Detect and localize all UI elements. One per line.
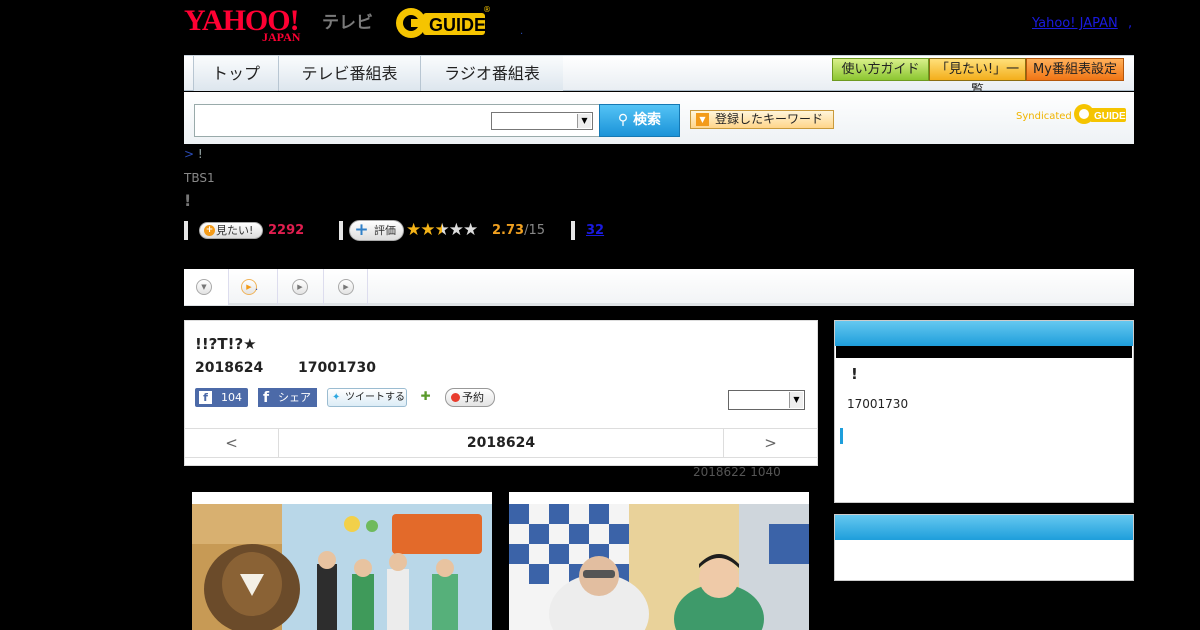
search-bar: ▼ ⚲ 検索 ▼ 登録したキーワード Syndicated GUIDE	[184, 92, 1134, 144]
sidebar-box	[834, 514, 1134, 581]
program-tabs: ▼ ▶. ▶ ▶	[184, 269, 1134, 306]
search-button-label: 検索	[633, 112, 662, 128]
updated-timestamp: 2018622 1040	[693, 465, 781, 479]
rating-max: /15	[524, 223, 545, 238]
sidebar-box-time: 17001730	[847, 397, 909, 411]
sidebar-box-header	[835, 515, 1133, 540]
svg-text:GUIDE: GUIDE	[1094, 111, 1126, 122]
gguide-logo-mark: GUIDE	[396, 8, 486, 38]
logo-tv-text[interactable]: テレビ	[322, 8, 373, 33]
facebook-icon: f	[199, 391, 212, 404]
yahoo-link-dot: ,	[1128, 16, 1133, 31]
saved-keywords-label: 登録したキーワード	[715, 112, 824, 126]
play-icon: ▶	[292, 279, 308, 295]
tweet-button[interactable]: ✦ ツイートする	[327, 388, 407, 407]
facebook-like-count: 104	[221, 391, 242, 404]
thumbnail-image	[192, 504, 492, 630]
yahoo-japan-link[interactable]: Yahoo! JAPAN	[1032, 16, 1118, 31]
yahoo-japan-logo[interactable]: YAHOO! JAPAN	[184, 6, 320, 45]
date-pager: < 2018624 >	[185, 428, 817, 458]
usage-guide-button[interactable]: 使い方ガイド	[832, 58, 929, 81]
divider-bar	[339, 221, 343, 240]
pager-prev-button[interactable]: <	[185, 429, 279, 457]
sidebar-box-header	[835, 321, 1133, 346]
plus-icon: +	[354, 220, 369, 240]
star-icon: ★	[463, 220, 478, 240]
mitai-count: 2292	[268, 223, 305, 238]
channel-name: TBS1	[184, 171, 215, 185]
breadcrumb: > !	[184, 147, 203, 161]
rate-button[interactable]: + 評価	[349, 220, 404, 241]
syndicated-gguide-logo: GUIDE	[1072, 102, 1126, 126]
triangle-down-icon: ▼	[696, 113, 709, 126]
chevron-down-icon: ▼	[789, 392, 803, 408]
tab-4[interactable]: ▶	[324, 269, 368, 305]
logo-japan-text: JAPAN	[262, 30, 301, 44]
episode-thumbnail[interactable]	[509, 492, 809, 630]
star-icon: ★	[448, 220, 464, 240]
mitai-button[interactable]: + 見たい!	[199, 222, 263, 239]
sidebar-accent-bar	[840, 428, 843, 444]
play-icon: ▶	[338, 279, 354, 295]
rate-label: 評価	[374, 224, 396, 237]
header-dot: .	[520, 26, 524, 37]
facebook-like-button[interactable]: f 104	[195, 388, 248, 407]
star-icon: ★	[420, 220, 435, 240]
star-half-icon: ★	[434, 220, 450, 240]
facebook-icon: f	[263, 390, 270, 406]
my-schedule-settings-button[interactable]: My番組表設定	[1026, 58, 1124, 81]
chevron-down-icon: ▼	[196, 279, 212, 295]
add-calendar-icon[interactable]: ✚	[418, 389, 433, 404]
svg-text:GUIDE: GUIDE	[429, 15, 486, 35]
star-icon: ★	[406, 220, 421, 240]
nav-tab-tv-schedule[interactable]: テレビ番組表	[278, 56, 420, 91]
program-title: !	[184, 191, 192, 210]
chevron-down-icon: ▼	[577, 114, 591, 128]
tab-2-label: .	[255, 282, 259, 293]
saved-keywords-button[interactable]: ▼ 登録したキーワード	[690, 110, 834, 129]
reserve-label: 予約	[462, 391, 484, 404]
sidebar-box-title: !	[851, 365, 858, 383]
global-nav: トップ テレビ番組表 ラジオ番組表 使い方ガイド 「見たい!」一覧 My番組表設…	[184, 55, 1134, 98]
syndicated-text: Syndicated	[1016, 111, 1072, 122]
episode-title: !!?T!?★	[195, 335, 257, 353]
search-button[interactable]: ⚲ 検索	[599, 104, 680, 137]
search-category-select[interactable]: ▼	[491, 112, 593, 130]
tab-1[interactable]: ▼	[184, 269, 229, 305]
search-icon: ⚲	[617, 112, 629, 128]
breadcrumb-link[interactable]: >	[184, 147, 194, 161]
tweet-label: ツイートする	[345, 392, 405, 403]
divider-bar	[571, 221, 575, 240]
nav-tab-radio-schedule[interactable]: ラジオ番組表	[420, 56, 563, 91]
sidebar-box: ! 17001730	[834, 320, 1134, 503]
breadcrumb-text: !	[194, 147, 203, 161]
episode-date: 2018624	[195, 360, 264, 376]
registered-mark: ®	[483, 5, 491, 14]
tab-2[interactable]: ▶.	[229, 269, 278, 305]
plus-icon: +	[204, 225, 215, 236]
episode-thumbnail[interactable]	[192, 492, 492, 630]
mitai-label: 見たい!	[216, 224, 254, 237]
twitter-bird-icon: ✦	[332, 392, 341, 403]
mitai-list-button[interactable]: 「見たい!」一覧	[929, 58, 1026, 98]
episode-select[interactable]: ▼	[728, 390, 805, 410]
facebook-share-button[interactable]: f シェア	[258, 388, 317, 407]
rating-value: 2.73/15	[492, 223, 545, 238]
record-icon	[451, 393, 460, 402]
reserve-button[interactable]: 予約	[445, 388, 495, 407]
divider-bar	[184, 221, 188, 240]
star-rating: ★★★★★	[406, 220, 478, 240]
pager-date: 2018624	[466, 435, 536, 451]
pager-next-button[interactable]: >	[723, 429, 817, 457]
nav-tab-top[interactable]: トップ	[193, 56, 278, 91]
episode-time: 17001730	[298, 360, 376, 376]
review-count-link[interactable]: 32	[586, 223, 604, 238]
gguide-logo[interactable]: GUIDE ®	[393, 5, 493, 41]
thumbnail-image	[509, 504, 809, 630]
tab-3[interactable]: ▶	[278, 269, 324, 305]
sidebar-box-subheader	[836, 346, 1132, 358]
rating-score: 2.73	[492, 223, 525, 238]
facebook-share-label: シェア	[278, 391, 311, 404]
episode-panel: !!?T!?★ 2018624 17001730 f 104 f シェア ✦ ツ…	[184, 320, 818, 466]
